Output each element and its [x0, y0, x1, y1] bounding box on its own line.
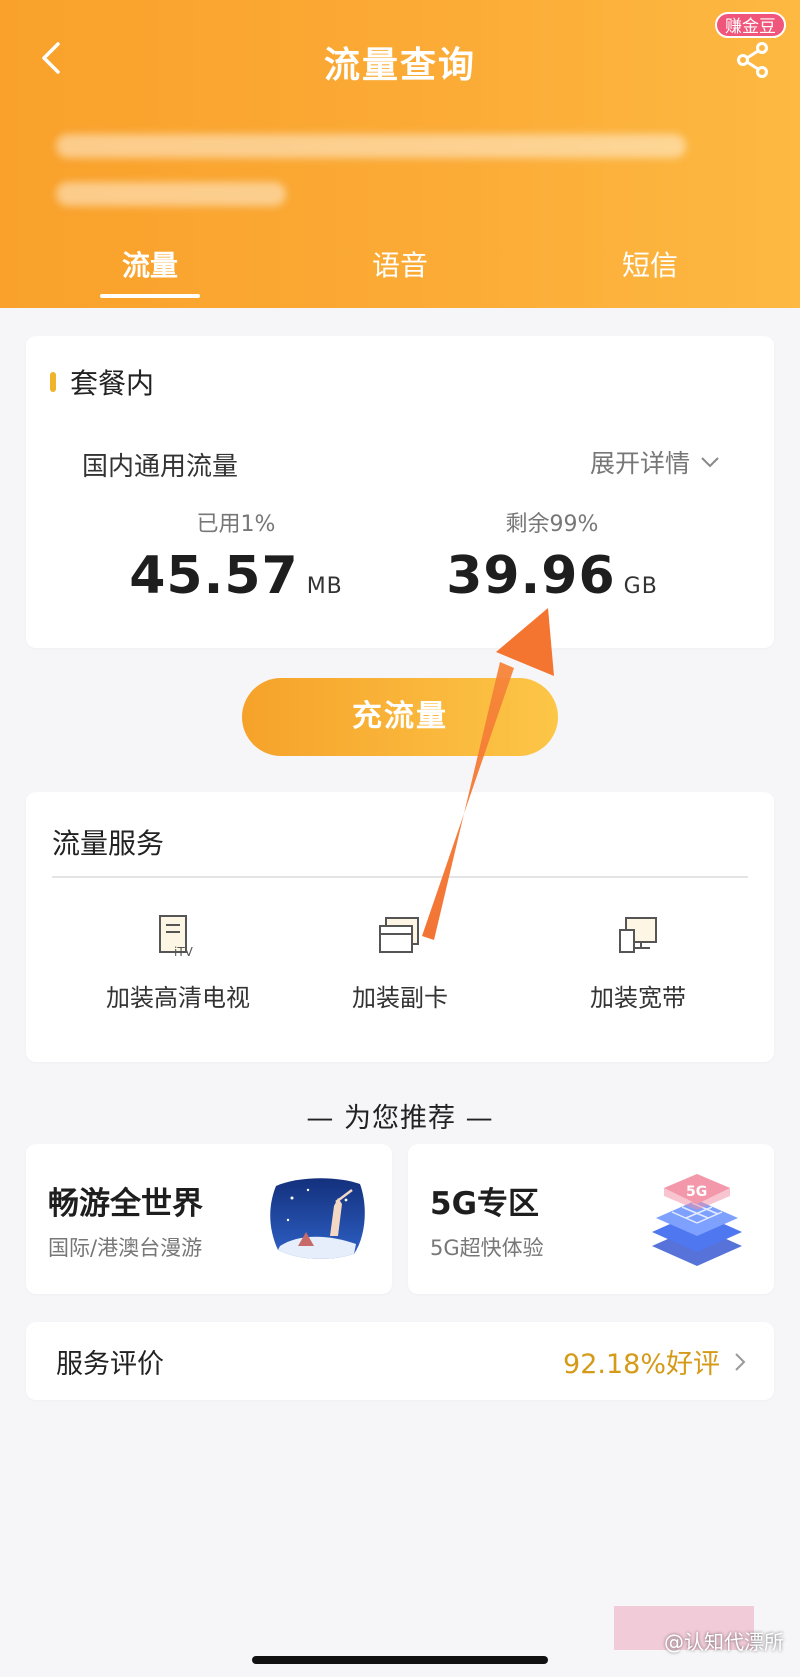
used-value-row: 45.57 MB: [86, 546, 386, 606]
used-value: 45.57: [129, 546, 299, 606]
share-icon[interactable]: [736, 42, 770, 78]
service-rating-row[interactable]: 服务评价 92.18%好评: [26, 1322, 774, 1400]
rating-value-group: 92.18%好评: [563, 1342, 746, 1381]
remaining-caption: 剩余99%: [505, 512, 599, 537]
chevron-right-icon: [735, 1352, 746, 1371]
service-item-secondary-card[interactable]: 加装副卡: [280, 912, 520, 1013]
expand-label: 展开详情: [589, 449, 690, 478]
used-caption: 已用1%: [196, 512, 276, 537]
rating-value: 92.18%好评: [563, 1349, 720, 1380]
service-label: 加装宽带: [590, 984, 686, 1012]
chevron-down-icon: [701, 457, 719, 468]
remaining-unit: GB: [623, 574, 658, 599]
header: 流量查询 赚金豆 流量 语音 短信: [0, 0, 800, 308]
services-title: 流量服务: [52, 827, 165, 860]
tab-voice[interactable]: 语音: [330, 244, 470, 300]
rec-subtitle: 国际/港澳台漫游: [48, 1236, 203, 1260]
recharge-data-button[interactable]: 充流量: [242, 678, 558, 756]
service-item-broadband[interactable]: 加装宽带: [518, 912, 758, 1013]
tab-sms[interactable]: 短信: [580, 244, 720, 300]
home-indicator: [252, 1656, 548, 1664]
service-item-hd-tv[interactable]: iTV 加装高清电视: [58, 912, 298, 1013]
watermark: @认知代漂所: [664, 1630, 784, 1654]
usage-label: 国内通用流量: [82, 452, 239, 482]
recommend-heading: — 为您推荐 —: [306, 1103, 494, 1134]
broadband-icon: [619, 917, 657, 953]
expand-details-button[interactable]: 展开详情: [590, 444, 720, 480]
used-stat: 已用1% 45.57 MB: [86, 506, 386, 606]
tab-bar: 流量 语音 短信: [0, 244, 800, 304]
remaining-value: 39.96: [446, 546, 616, 606]
5g-chip-illustration: 5G: [652, 1174, 742, 1266]
section-marker: [50, 372, 56, 392]
blurred-plan-info: [56, 134, 686, 158]
coin-badge[interactable]: 赚金豆: [715, 12, 786, 38]
svg-text:iTV: iTV: [174, 945, 194, 959]
rec-title: 畅游全世界: [48, 1186, 203, 1222]
travel-illustration: [270, 1178, 365, 1259]
rec-card-roaming[interactable]: 畅游全世界 国际/港澳台漫游: [26, 1144, 392, 1294]
service-label: 加装副卡: [352, 984, 448, 1012]
rec-title: 5G专区: [430, 1186, 540, 1222]
rating-label: 服务评价: [56, 1349, 164, 1380]
service-label: 加装高清电视: [106, 984, 250, 1012]
section-title: 套餐内: [70, 367, 155, 400]
rec-card-5g[interactable]: 5G专区 5G超快体验 5G: [408, 1144, 774, 1294]
blurred-plan-info: [56, 182, 286, 206]
svg-text:5G: 5G: [686, 1184, 707, 1200]
remaining-value-row: 39.96 GB: [402, 546, 702, 606]
remaining-stat: 剩余99% 39.96 GB: [402, 506, 702, 606]
sim-card-icon: [379, 917, 419, 953]
used-unit: MB: [306, 574, 343, 599]
divider: [52, 876, 748, 878]
package-usage-card: 套餐内 国内通用流量 展开详情 已用1% 45.57 MB 剩余99% 39.96…: [26, 336, 774, 648]
rec-subtitle: 5G超快体验: [430, 1236, 544, 1260]
tab-data[interactable]: 流量: [80, 244, 220, 300]
page-title: 流量查询: [323, 45, 476, 86]
itv-icon: iTV: [159, 915, 194, 959]
data-services-card: 流量服务 iTV 加装高清电视 加装副卡 加装宽带: [26, 792, 774, 1062]
